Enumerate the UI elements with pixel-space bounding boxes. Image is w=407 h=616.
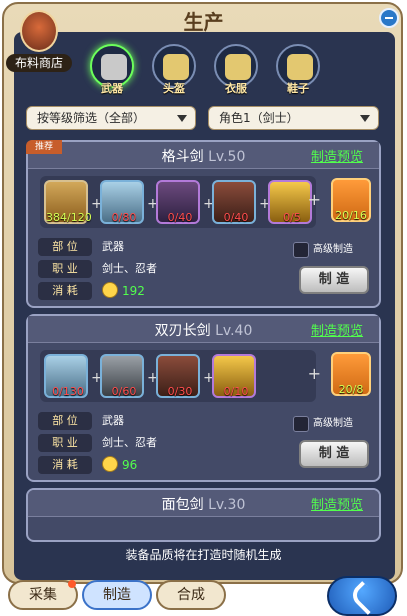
recipe-card: 双刃长剑 Lv.40 制造预览 0/130 + 0/60 + 0/30 + 0/… — [26, 314, 381, 482]
material-slot[interactable]: 0/40 — [156, 180, 200, 224]
recipe-level: Lv.30 — [208, 497, 246, 513]
material-slot[interactable]: 384/120 — [44, 180, 92, 224]
slot-value: 武器 — [102, 414, 124, 427]
craft-preview-link[interactable]: 制造预览 — [311, 494, 363, 513]
coin-icon — [102, 282, 118, 298]
role-filter-value: 角色1（剑士） — [219, 111, 299, 125]
coin-icon — [102, 456, 118, 472]
class-value: 剑士、忍者 — [102, 436, 157, 449]
class-label: 职 业 — [38, 434, 92, 452]
slot-value: 武器 — [102, 240, 124, 253]
cost-value: 192 — [122, 284, 145, 298]
tab-clothes-label: 衣服 — [225, 82, 247, 95]
result-count: 20/8 — [338, 383, 364, 396]
advanced-craft-checkbox[interactable]: 高级制造 — [293, 416, 363, 434]
material-count: 0/80 — [111, 211, 137, 224]
craft-preview-link[interactable]: 制造预览 — [311, 146, 363, 165]
back-arrow-icon — [348, 581, 382, 615]
recipe-name-text: 格斗剑 — [161, 149, 204, 165]
back-button[interactable] — [327, 576, 397, 616]
tab-weapon[interactable]: 武器 — [90, 44, 134, 96]
cost-value: 96 — [122, 458, 138, 472]
recipe-card: 推荐 格斗剑 Lv.50 制造预览 384/120 + 0/80 + 0/40 … — [26, 140, 381, 308]
recipe-level: Lv.40 — [215, 323, 253, 339]
material-count: 0/10 — [223, 385, 249, 398]
plus-icon: + — [307, 190, 321, 209]
plus-icon: + — [307, 364, 321, 383]
cost-label: 消 耗 — [38, 282, 92, 300]
material-slot[interactable]: 0/30 — [156, 354, 200, 398]
shop-label: 布料商店 — [6, 54, 72, 72]
class-label: 职 业 — [38, 260, 92, 278]
recipe-card: 面包剑 Lv.30 制造预览 — [26, 488, 381, 542]
craft-button[interactable]: 制 造 — [299, 440, 369, 468]
material-count: 0/5 — [283, 211, 301, 224]
result-item-slot[interactable]: 20/16 — [331, 178, 371, 222]
tab-helmet-label: 头盔 — [163, 82, 185, 95]
tab-craft[interactable]: 制造 — [82, 580, 152, 610]
level-filter-value: 按等级筛选（全部） — [37, 111, 146, 125]
minimize-icon[interactable] — [379, 8, 399, 28]
level-filter-dropdown[interactable]: 按等级筛选（全部） — [26, 106, 196, 130]
role-filter-dropdown[interactable]: 角色1（剑士） — [208, 106, 379, 130]
material-count: 0/60 — [111, 385, 137, 398]
slot-row: 部 位 武器 — [38, 412, 238, 430]
result-count: 20/16 — [335, 209, 367, 222]
checkbox-icon — [293, 242, 309, 258]
tab-clothes[interactable]: 衣服 — [214, 44, 258, 96]
slot-row: 部 位 武器 — [38, 238, 238, 256]
craft-button[interactable]: 制 造 — [299, 266, 369, 294]
class-value: 剑士、忍者 — [102, 262, 157, 275]
craft-preview-link[interactable]: 制造预览 — [311, 320, 363, 339]
checkbox-icon — [293, 416, 309, 432]
result-item-slot[interactable]: 20/8 — [331, 352, 371, 396]
chevron-down-icon — [177, 115, 187, 122]
material-slot[interactable]: 0/40 — [212, 180, 256, 224]
cost-row: 消 耗 96 — [38, 456, 238, 474]
fabric-shop-button[interactable]: 布料商店 — [6, 10, 72, 72]
class-row: 职 业 剑士、忍者 — [38, 434, 238, 452]
quality-note: 装备品质将在打造时随机生成 — [125, 548, 282, 562]
tab-weapon-label: 武器 — [101, 82, 123, 95]
advanced-craft-label: 高级制造 — [313, 418, 353, 429]
shop-icon — [20, 10, 58, 52]
recipe-level: Lv.50 — [208, 149, 246, 165]
material-count: 0/30 — [167, 385, 193, 398]
slot-label: 部 位 — [38, 238, 92, 256]
tab-helmet[interactable]: 头盔 — [152, 44, 196, 96]
materials-row: 384/120 + 0/80 + 0/40 + 0/40 + 0/5 — [40, 176, 316, 228]
tab-shoes[interactable]: 鞋子 — [276, 44, 320, 96]
material-slot[interactable]: 0/60 — [100, 354, 144, 398]
recipe-name-text: 面包剑 — [161, 497, 204, 513]
material-count: 0/40 — [167, 211, 193, 224]
material-slot[interactable]: 0/130 — [44, 354, 88, 398]
material-slot[interactable]: 0/80 — [100, 180, 144, 224]
tab-shoes-label: 鞋子 — [287, 82, 309, 95]
bottom-bar: 采集 制造 合成 — [0, 576, 407, 616]
material-count: 0/130 — [52, 385, 84, 398]
material-slot[interactable]: 0/10 — [212, 354, 256, 398]
advanced-craft-label: 高级制造 — [313, 244, 353, 255]
material-slot[interactable]: 0/5 — [268, 180, 312, 224]
notification-dot — [68, 580, 76, 588]
chevron-down-icon — [360, 115, 370, 122]
materials-row: 0/130 + 0/60 + 0/30 + 0/10 — [40, 350, 316, 402]
cost-label: 消 耗 — [38, 456, 92, 474]
tab-synthesize[interactable]: 合成 — [156, 580, 226, 610]
class-row: 职 业 剑士、忍者 — [38, 260, 238, 278]
slot-label: 部 位 — [38, 412, 92, 430]
material-count: 0/40 — [223, 211, 249, 224]
cost-row: 消 耗 192 — [38, 282, 238, 300]
advanced-craft-checkbox[interactable]: 高级制造 — [293, 242, 363, 260]
material-count: 384/120 — [46, 211, 92, 224]
recipe-name-text: 双刃长剑 — [154, 323, 211, 339]
